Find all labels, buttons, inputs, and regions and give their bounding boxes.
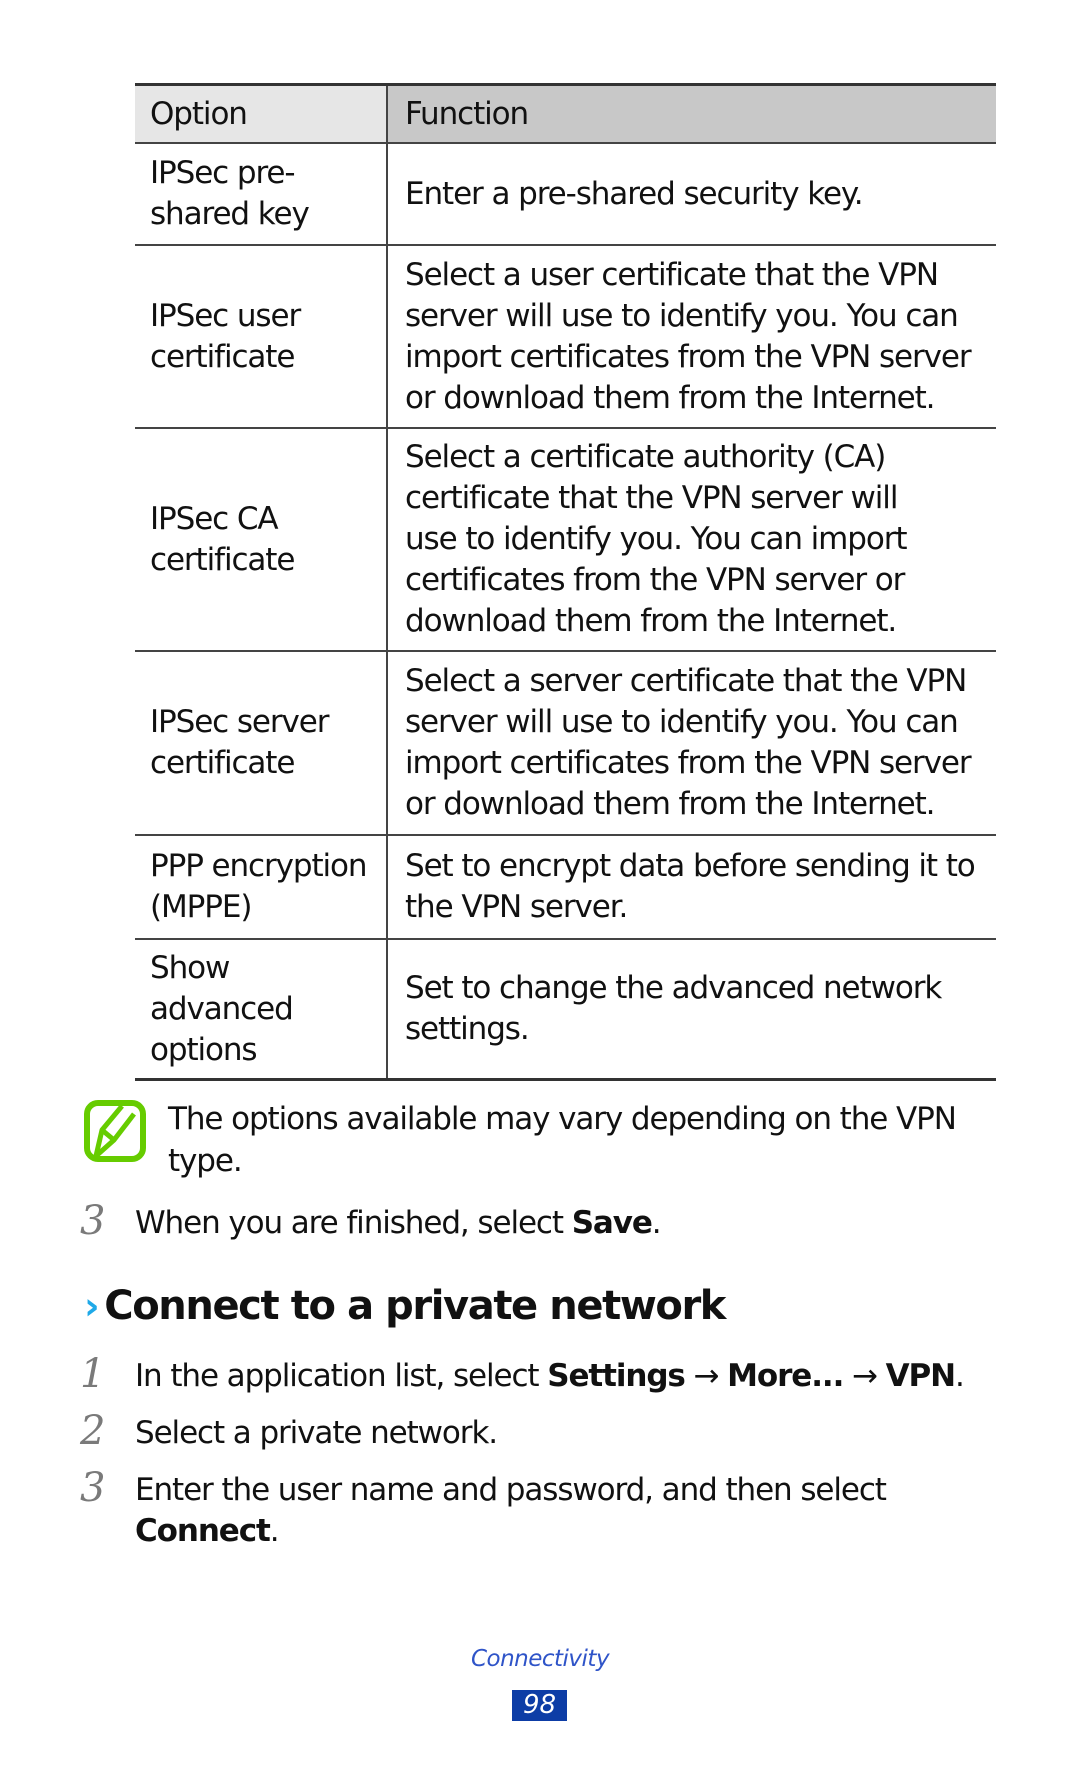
function-line: Set to change the advanced network: [405, 970, 942, 1006]
function-line: import certificates from the VPN server: [405, 338, 972, 375]
option-line: options: [150, 1031, 258, 1068]
function-cell: Enter a pre-shared security key.: [388, 144, 996, 244]
more-keyword: More...: [727, 1358, 844, 1394]
connect-keyword: Connect: [135, 1513, 271, 1549]
arrow-right-icon: →: [684, 1358, 728, 1394]
table-header-row: Option Function: [135, 86, 996, 144]
settings-keyword: Settings: [547, 1358, 686, 1394]
option-cell: PPP encryption (MPPE): [135, 836, 388, 938]
options-table: Option Function IPSec pre-shared key Ent…: [135, 83, 996, 1081]
table-row: IPSec server certificate Select a server …: [135, 652, 996, 836]
option-line: certificate: [150, 541, 295, 578]
page-number: 98: [512, 1690, 567, 1721]
function-cell: Select a user certificate that the VPN se…: [388, 246, 996, 427]
step-text-part: When you are finished, select: [135, 1205, 572, 1241]
option-cell: IPSec pre-shared key: [135, 144, 388, 244]
option-cell: IPSec user certificate: [135, 246, 388, 427]
step-text: When you are finished, select Save.: [135, 1203, 662, 1244]
step-number: 3: [80, 1198, 106, 1244]
header-option: Option: [135, 86, 388, 142]
option-line: certificate: [150, 338, 295, 375]
function-line: Select a certificate authority (CA): [405, 439, 886, 475]
step-text-part: In the application list, select: [135, 1358, 548, 1394]
function-line: Select a user certificate that the VPN: [405, 256, 939, 293]
function-line: Set to encrypt data before sending it to: [405, 848, 976, 884]
header-function: Function: [388, 86, 996, 142]
note-box: The options available may vary depending…: [84, 1098, 1004, 1188]
option-line: certificate: [150, 745, 295, 781]
footer-section-label: Connectivity: [470, 1646, 610, 1672]
option-line: shared key: [150, 196, 310, 232]
function-cell: Set to encrypt data before sending it to…: [388, 836, 996, 938]
function-line: server will use to identify you. You can: [405, 297, 959, 334]
note-text: The options available may vary depending…: [168, 1098, 957, 1182]
function-line: or download them from the Internet.: [405, 379, 936, 416]
option-line: IPSec pre-: [150, 155, 296, 191]
table-row: IPSec pre-shared key Enter a pre-shared …: [135, 144, 996, 246]
arrow-right-icon: →: [843, 1358, 886, 1394]
table-row: PPP encryption (MPPE) Set to encrypt data…: [135, 836, 996, 940]
step-text: Enter the user name and password, and th…: [135, 1470, 887, 1552]
function-line: import certificates from the VPN server: [405, 745, 972, 781]
function-line: use to identify you. You can import: [405, 521, 908, 557]
vpn-keyword: VPN: [885, 1358, 956, 1394]
function-line: Select a server certificate that the VPN: [405, 663, 967, 699]
function-line: settings.: [405, 1011, 530, 1047]
step-text: In the application list, select Settings…: [135, 1356, 965, 1397]
table-row: IPSec user certificate Select a user cert…: [135, 246, 996, 429]
table-row: IPSec CA certificate Select a certificate…: [135, 429, 996, 652]
table-row: Show advanced options Set to change the ad…: [135, 940, 996, 1078]
function-line: the VPN server.: [405, 889, 628, 925]
chevron-right-icon: ›: [84, 1284, 100, 1328]
function-line: or download them from the Internet.: [405, 786, 936, 822]
option-line: PPP encryption: [150, 848, 368, 884]
option-line: Show: [150, 949, 230, 986]
option-line: (MPPE): [150, 889, 252, 925]
function-cell: Select a server certificate that the VPN…: [388, 652, 996, 834]
function-cell: Select a certificate authority (CA) certi…: [388, 429, 996, 650]
section-heading: › Connect to a private network: [84, 1283, 726, 1329]
note-pencil-icon: [84, 1100, 146, 1162]
step-number: 3: [80, 1465, 106, 1511]
save-keyword: Save: [571, 1205, 653, 1241]
step-number: 1: [80, 1351, 106, 1397]
function-line: certificates from the VPN server or: [405, 562, 905, 598]
option-line: IPSec server: [150, 704, 330, 740]
option-cell: IPSec server certificate: [135, 652, 388, 834]
function-cell: Set to change the advanced network settin…: [388, 940, 996, 1078]
step-text-part: .: [269, 1513, 280, 1549]
option-line: IPSec CA: [150, 500, 279, 537]
function-line: certificate that the VPN server will: [405, 480, 898, 516]
function-line: download them from the Internet.: [405, 603, 897, 639]
step-number: 2: [80, 1408, 106, 1454]
step-text: Select a private network.: [135, 1415, 498, 1451]
option-line: IPSec user: [150, 297, 301, 334]
section-title: Connect to a private network: [104, 1283, 726, 1329]
note-line: The options available may vary depending…: [168, 1101, 957, 1137]
function-line: server will use to identify you. You can: [405, 704, 959, 740]
step-text-part: .: [955, 1358, 965, 1394]
option-cell: Show advanced options: [135, 940, 388, 1078]
option-cell: IPSec CA certificate: [135, 429, 388, 650]
step-text-part: .: [651, 1205, 662, 1241]
step-text-line: Enter the user name and password, and th…: [135, 1472, 887, 1508]
option-line: advanced: [150, 990, 294, 1027]
function-line: Enter a pre-shared security key.: [405, 175, 864, 212]
note-line: type.: [168, 1143, 243, 1179]
